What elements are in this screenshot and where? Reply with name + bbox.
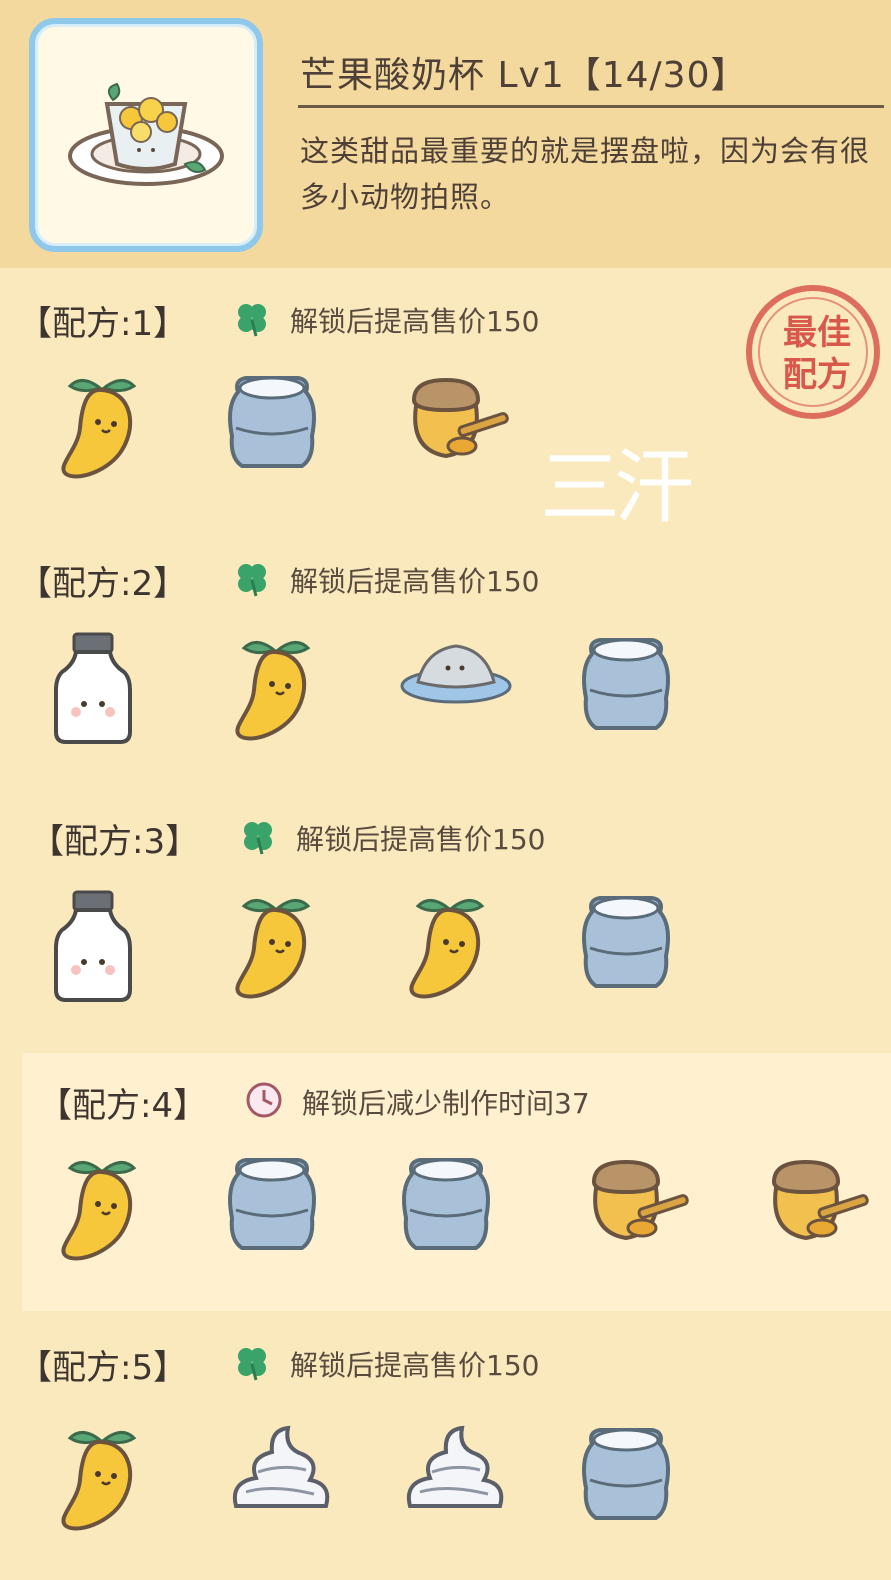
dessert-header: 芒果酸奶杯 Lv1【14/30】 这类甜品最重要的就是摆盘啦，因为会有很多小动物… xyxy=(0,0,891,268)
honey-jar-icon[interactable] xyxy=(756,1148,869,1258)
clover-icon xyxy=(238,816,278,856)
honey-jar-icon[interactable] xyxy=(576,1148,689,1258)
yogurt-jar-icon[interactable] xyxy=(222,1148,332,1258)
recipe-bonus: 解锁后提高售价150 xyxy=(290,305,540,338)
recipe-2[interactable]: 【配方:2】 解锁后提高售价150 xyxy=(0,556,891,796)
dessert-title: 芒果酸奶杯 Lv1【14/30】 xyxy=(300,46,747,98)
mango-yogurt-cup-icon xyxy=(68,82,224,186)
recipe-label: 【配方:4】 xyxy=(38,1086,208,1126)
recipe-bonus: 解锁后提高售价150 xyxy=(296,823,546,856)
clover-icon xyxy=(232,558,272,598)
recipe-4[interactable]: 【配方:4】 解锁后减少制作时间37 xyxy=(0,1078,891,1318)
recipe-label: 【配方:2】 xyxy=(18,564,188,604)
yogurt-jar-icon[interactable] xyxy=(396,1148,506,1258)
clover-icon xyxy=(232,298,272,338)
honey-jar-icon[interactable] xyxy=(396,366,509,476)
dessert-progress: 【14/30】 xyxy=(564,55,748,96)
recipe-5[interactable]: 【配方:5】 解锁后提高售价150 xyxy=(0,1340,891,1580)
recipe-label: 【配方:1】 xyxy=(18,304,188,344)
milk-bottle-icon[interactable] xyxy=(48,628,158,744)
recipe-label: 【配方:3】 xyxy=(30,822,200,862)
recipe-label: 【配方:5】 xyxy=(18,1348,188,1388)
mango-icon[interactable] xyxy=(48,1148,158,1261)
yogurt-jar-icon[interactable] xyxy=(222,366,332,476)
dessert-level: Lv1 xyxy=(497,55,565,96)
recipe-bonus: 解锁后减少制作时间37 xyxy=(302,1087,590,1120)
whipped-cream-icon[interactable] xyxy=(396,1418,506,1528)
mango-icon[interactable] xyxy=(222,628,332,741)
dessert-name: 芒果酸奶杯 xyxy=(300,55,486,96)
whipped-cream-icon[interactable] xyxy=(222,1418,332,1528)
yogurt-jar-icon[interactable] xyxy=(576,1418,686,1528)
recipe-3[interactable]: 【配方:3】 解锁后提高售价150 xyxy=(0,814,891,1054)
mango-icon[interactable] xyxy=(48,1418,158,1531)
yogurt-jar-icon[interactable] xyxy=(576,628,686,738)
clock-icon xyxy=(244,1080,284,1120)
yogurt-jar-icon[interactable] xyxy=(576,886,686,996)
mango-icon[interactable] xyxy=(396,886,506,999)
mango-icon[interactable] xyxy=(48,366,158,479)
title-divider xyxy=(298,105,884,108)
recipe-bonus: 解锁后提高售价150 xyxy=(290,565,540,598)
grated-rice-plate-icon[interactable] xyxy=(396,628,512,738)
dessert-description: 这类甜品最重要的就是摆盘啦，因为会有很多小动物拍照。 xyxy=(300,134,871,214)
dessert-thumbnail[interactable] xyxy=(29,18,263,252)
mango-icon[interactable] xyxy=(222,886,332,999)
milk-bottle-icon[interactable] xyxy=(48,886,158,1002)
recipe-bonus: 解锁后提高售价150 xyxy=(290,1349,540,1382)
recipe-1[interactable]: 【配方:1】 解锁后提高售价150 xyxy=(0,296,891,536)
clover-icon xyxy=(232,1342,272,1382)
